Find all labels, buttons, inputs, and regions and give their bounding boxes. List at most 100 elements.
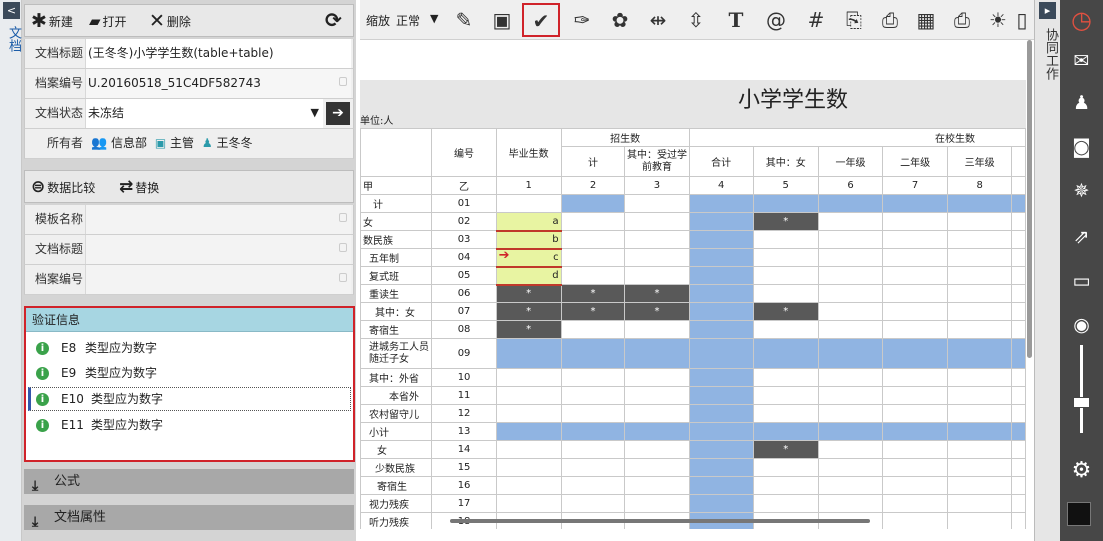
color-swatch[interactable] [1067,502,1091,526]
hdr-school: 在校生数 [688,128,1026,147]
replace-button[interactable]: ⇄ 替换 [119,177,159,197]
verification-title: 验证信息 [26,308,353,332]
spreadsheet: 小学学生数 单位:人 编号 毕业生数 招生数 在校生数 计 其中：受过学前教育 … [360,40,1026,529]
slider-track[interactable] [1080,345,1083,433]
new-button[interactable]: ✱ 新建 [31,11,73,31]
broom-icon[interactable]: ✑ [566,4,598,36]
table-row: 少数民族 15 [360,458,1026,477]
info-icon: i [36,392,49,406]
column-width-icon[interactable]: ⇹ [642,4,674,36]
folder-icon: ▰ [89,12,101,30]
doc-tab-label[interactable]: 文档 [0,26,22,52]
table-row: 复式班 05 d [360,266,1026,286]
verification-item[interactable]: i E10 类型应为数字 [36,389,163,409]
bug-icon[interactable]: ✵ [1060,180,1103,202]
owner-role[interactable]: 主管 [170,136,194,150]
formula-section[interactable]: ⤓ 公式 [24,469,354,494]
error-cell[interactable]: a [495,212,562,232]
info-icon: i [36,366,49,380]
sheet-unit: 单位:人 [360,116,394,127]
compare-icon: ⊜ [31,177,46,197]
error-cell[interactable]: ➔ c [495,248,562,268]
doc-status-row: 文档状态 未冻结 ▼ ➔ [24,99,354,129]
info-icon: i [36,341,49,355]
text-style-icon[interactable]: T [720,4,752,36]
eye-icon[interactable]: ◉ [1060,314,1103,336]
table-row: 五年制 04 ➔ c [360,248,1026,268]
table-row: 寄宿生 08 * [360,320,1026,339]
right-sidebar: ▸ 协同工作 ◷ ✉ ♟ ◙ ✵ ⇗ ▭ ◉ ⚙ [1034,0,1103,541]
info-icon: i [36,418,49,432]
document-icon[interactable]: ⎙ [874,4,906,36]
table-row: 数民族 03 b [360,230,1026,250]
table-row: 其中：女 07 * * * * [360,302,1026,321]
mail-icon[interactable]: ✉ [1060,50,1103,72]
camera-icon[interactable]: ◙ [1060,136,1103,158]
verification-item[interactable]: i E9 类型应为数字 [36,363,157,383]
lock-icon [339,243,347,252]
table-row: 女 02 a * [360,212,1026,232]
group-icon: 👥 [91,136,108,151]
refresh-icon: ⟳ [325,8,342,32]
save-icon[interactable]: ▣ [486,4,518,36]
horizontal-scrollbar[interactable] [450,519,870,523]
chevron-down-icon[interactable]: ▼ [430,12,438,25]
doc-title-row: 文档标题 (王冬冬)小学学生数(table+table) [24,39,354,69]
lock-icon [339,273,347,282]
doc-title-field[interactable]: (王冬冬)小学学生数(table+table) [85,39,351,68]
zoom-select[interactable]: 正常 [396,12,420,29]
palette-icon[interactable]: ✿ [604,4,636,36]
owner-dept[interactable]: 信息部 [111,136,147,150]
user-icon[interactable]: ♟ [1060,92,1103,114]
slider-handle[interactable] [1073,397,1090,408]
more-icon[interactable]: ▯ [1012,4,1032,36]
clock-icon[interactable]: ◷ [1060,6,1103,34]
compare-title-field [85,235,351,264]
doc-toolbar: ✱ 新建 ▰ 打开 ✕ 删除 ⟳ [24,4,354,37]
doc-number-row: 档案编号 U.20160518_51C4DF582743 [24,69,354,99]
hdr-enroll: 招生数 [560,128,690,147]
doc-status-select[interactable]: 未冻结 [85,99,323,128]
owner-user[interactable]: 王冬冬 [216,136,252,150]
table-row: 小计 13 [360,422,1026,441]
error-cell[interactable]: d [495,266,562,286]
compare-title-row: 文档标题 [24,235,354,265]
delete-button[interactable]: ✕ 删除 [149,11,191,31]
pencil-icon[interactable]: ✎ [448,4,480,36]
collapse-icon[interactable]: < [3,2,20,19]
spiral-icon[interactable]: @ [760,4,792,36]
table-row: 计 01 [360,194,1026,213]
compare-button[interactable]: ⊜ 数据比较 [31,177,95,197]
properties-section[interactable]: ⤓ 文档属性 [24,505,354,530]
error-cell[interactable]: b [495,230,562,250]
refresh-button[interactable]: ⟳ [325,10,344,30]
row-height-icon[interactable]: ⇳ [680,4,712,36]
hdr-grad: 毕业生数 [495,128,562,177]
table-row: 寄宿生 16 [360,476,1026,495]
asterisk-icon: ✱ [31,10,47,32]
template-row: 模板名称 [24,205,354,235]
vertical-scrollbar[interactable] [1027,40,1032,358]
dropdown-arrow-icon[interactable]: ▼ [311,106,319,119]
verification-item[interactable]: i E11 类型应为数字 [36,415,163,435]
image-icon[interactable]: ▦ [910,4,942,36]
export-icon[interactable]: ⎘ [838,4,870,36]
monitor-icon[interactable]: ▭ [1060,270,1103,292]
lightbulb-icon[interactable]: ☀ [982,4,1014,36]
gear-icon[interactable]: ⚙ [1060,458,1103,483]
print-icon[interactable]: ⎙ [946,4,978,36]
doc-number-field: U.20160518_51C4DF582743 [85,69,351,98]
open-button[interactable]: ▰ 打开 [89,11,127,31]
share-icon[interactable]: ⇗ [1060,226,1103,248]
collab-tab-label[interactable]: 协同工作 [1037,28,1059,80]
expand-icon[interactable]: ▸ [1039,2,1056,19]
arrow-right-icon: ➔ [498,248,510,263]
table-row: 重读生 06 * * * [360,284,1026,303]
verification-item[interactable]: i E8 类型应为数字 [36,338,157,358]
validate-icon[interactable]: ✔ [522,3,560,37]
status-go-button[interactable]: ➔ [326,102,350,125]
grid-icon[interactable]: # [800,4,832,36]
table-row: 女 14 * [360,440,1026,459]
document-panel: ✱ 新建 ▰ 打开 ✕ 删除 ⟳ 文档标题 (王冬冬)小学学生数(table+tabl… [22,0,356,541]
zoom-label: 缩放 [366,14,391,28]
